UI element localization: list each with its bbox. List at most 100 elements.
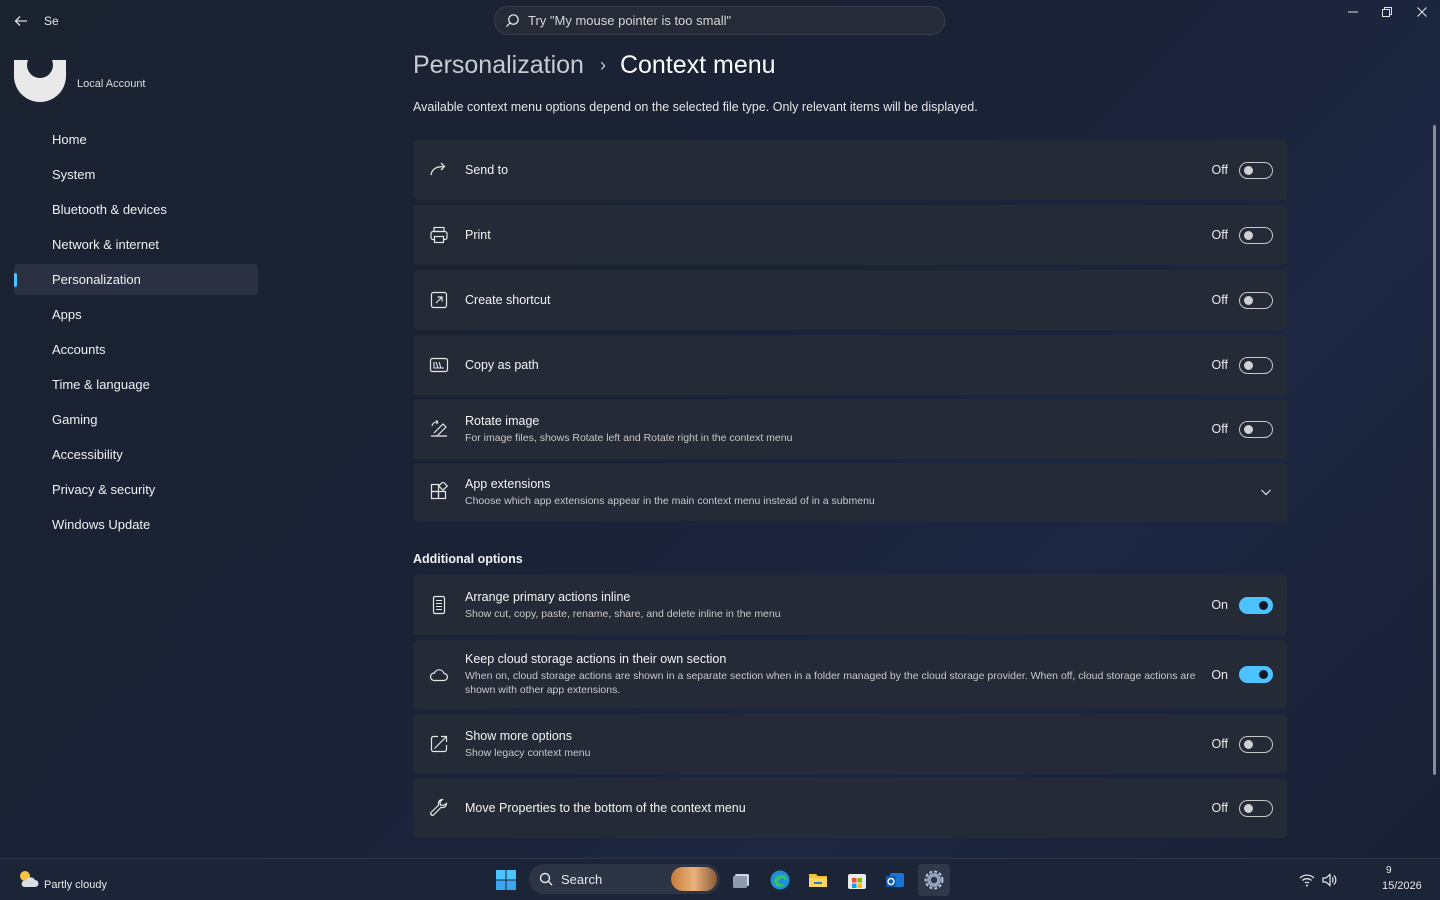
breadcrumb-separator: ›: [599, 54, 606, 75]
chevron-down-icon[interactable]: [1259, 485, 1273, 499]
taskbar-search[interactable]: Search: [529, 864, 720, 894]
breadcrumb-parent-link[interactable]: Personalization: [413, 51, 584, 80]
apps-grid-icon: [428, 481, 450, 503]
back-button[interactable]: [10, 10, 32, 32]
sidebar-item-personalization[interactable]: Personalization: [14, 264, 258, 295]
rotate-icon: [428, 418, 450, 440]
restore-icon: [1382, 7, 1392, 17]
sidebar-item-label: System: [52, 167, 96, 182]
setting-title: Create shortcut: [465, 293, 551, 307]
setting-keep-cloud-storage-actions[interactable]: Keep cloud storage actions in their own …: [414, 640, 1287, 709]
microsoft-store-button[interactable]: [841, 864, 873, 896]
sidebar-item-label: Time & language: [52, 377, 150, 392]
setting-send-to[interactable]: Send to Off: [414, 140, 1287, 200]
sidebar-item-bluetooth-devices[interactable]: Bluetooth & devices: [14, 194, 258, 225]
search-input[interactable]: [528, 13, 918, 28]
create-shortcut-toggle[interactable]: [1239, 291, 1273, 309]
printer-icon: [428, 224, 450, 246]
sidebar-item-label: Network & internet: [52, 237, 159, 252]
sidebar-item-privacy-security[interactable]: Privacy & security: [14, 474, 258, 505]
close-button[interactable]: [1406, 4, 1438, 20]
setting-description: Show legacy context menu: [465, 746, 591, 759]
outlook-icon: [886, 873, 904, 887]
setting-description: Show cut, copy, paste, rename, share, an…: [465, 607, 781, 620]
settings-search-box[interactable]: [494, 6, 945, 35]
print-toggle[interactable]: [1239, 226, 1273, 244]
setting-description: Choose which app extensions appear in th…: [465, 494, 875, 507]
sidebar-item-label: Accounts: [52, 342, 106, 357]
edge-browser-button[interactable]: [764, 864, 796, 896]
settings-app-button[interactable]: [918, 864, 950, 896]
setting-move-properties[interactable]: Move Properties to the bottom of the con…: [414, 778, 1287, 838]
sidebar-item-home[interactable]: Home: [14, 124, 258, 155]
setting-arrange-primary-actions[interactable]: Arrange primary actions inline Show cut,…: [414, 575, 1287, 635]
shortcut-icon: [428, 289, 450, 311]
setting-title: Show more options: [465, 728, 573, 743]
sidebar-item-apps[interactable]: Apps: [14, 299, 258, 330]
wrench-icon: [428, 797, 450, 819]
sidebar-item-network-internet[interactable]: Network & internet: [14, 229, 258, 260]
setting-title: Print: [465, 228, 491, 242]
setting-title: Rotate image: [465, 413, 540, 428]
toggle-state-label: Off: [1211, 293, 1228, 307]
copy-as-path-toggle[interactable]: [1239, 356, 1273, 374]
start-button[interactable]: [490, 864, 522, 896]
account-type-label: Local Account: [77, 78, 146, 90]
folder-icon: [809, 874, 827, 887]
setting-rotate-image[interactable]: Rotate image For image files, shows Rota…: [414, 399, 1287, 459]
expand-icon: [428, 733, 450, 755]
weather-condition[interactable]: Partly cloudy: [44, 879, 107, 891]
volume-icon[interactable]: [1320, 871, 1338, 889]
file-explorer-button[interactable]: [802, 864, 834, 896]
cloud-storage-actions-toggle[interactable]: [1239, 666, 1273, 683]
restore-button[interactable]: [1371, 4, 1403, 20]
search-highlight-image: [671, 867, 717, 891]
setting-show-more-options[interactable]: Show more options Show legacy context me…: [414, 714, 1287, 774]
minimize-button[interactable]: [1337, 4, 1369, 20]
task-view-button[interactable]: [726, 864, 758, 896]
setting-create-shortcut[interactable]: Create shortcut Off: [414, 270, 1287, 330]
list-icon: [428, 594, 450, 616]
sidebar-item-label: Bluetooth & devices: [52, 202, 167, 217]
gear-icon: [924, 870, 944, 890]
clock-date[interactable]: 15/2026: [1382, 880, 1422, 892]
sidebar-item-label: Apps: [52, 307, 82, 322]
close-icon: [1417, 7, 1427, 17]
setting-title: App extensions: [465, 476, 551, 491]
wifi-icon[interactable]: [1298, 871, 1316, 889]
app-title: Se: [44, 14, 59, 28]
settings-window: Se Local Account Home System Bluetooth &…: [0, 0, 1440, 858]
setting-app-extensions[interactable]: App extensions Choose which app extensio…: [414, 463, 1287, 521]
setting-title: Move Properties to the bottom of the con…: [465, 801, 746, 815]
edge-icon: [770, 870, 790, 890]
sidebar-item-time-language[interactable]: Time & language: [14, 369, 258, 400]
show-more-options-toggle[interactable]: [1239, 735, 1273, 753]
setting-print[interactable]: Print Off: [414, 205, 1287, 265]
setting-copy-as-path[interactable]: Copy as path Off: [414, 335, 1287, 395]
sidebar-item-system[interactable]: System: [14, 159, 258, 190]
weather-partly-cloudy-icon[interactable]: [16, 867, 40, 891]
back-arrow-icon: [14, 16, 27, 26]
outlook-button[interactable]: [879, 864, 911, 896]
rotate-image-toggle[interactable]: [1239, 420, 1273, 438]
page-title: Context menu: [619, 50, 776, 79]
setting-description: For image files, shows Rotate left and R…: [465, 431, 793, 444]
sidebar-item-windows-update[interactable]: Windows Update: [14, 509, 258, 540]
path-icon: [428, 354, 450, 376]
page-description: Available context menu options depend on…: [413, 100, 978, 114]
cloud-icon: [428, 664, 450, 686]
vertical-scrollbar[interactable]: [1433, 125, 1436, 775]
sidebar-item-gaming[interactable]: Gaming: [14, 404, 258, 435]
share-arrow-icon: [428, 159, 450, 181]
sidebar-item-accounts[interactable]: Accounts: [14, 334, 258, 365]
section-header-additional-options: Additional options: [413, 552, 523, 566]
move-properties-toggle[interactable]: [1239, 799, 1273, 817]
sidebar-item-label: Gaming: [52, 412, 98, 427]
taskbar: Partly cloudy Search 9 15/2026: [0, 858, 1440, 900]
sidebar-item-accessibility[interactable]: Accessibility: [14, 439, 258, 470]
send-to-toggle[interactable]: [1239, 161, 1273, 179]
arrange-primary-actions-toggle[interactable]: [1239, 596, 1273, 614]
clock-time[interactable]: 9: [1386, 865, 1392, 876]
setting-title: Copy as path: [465, 358, 539, 372]
avatar[interactable]: [14, 60, 66, 102]
